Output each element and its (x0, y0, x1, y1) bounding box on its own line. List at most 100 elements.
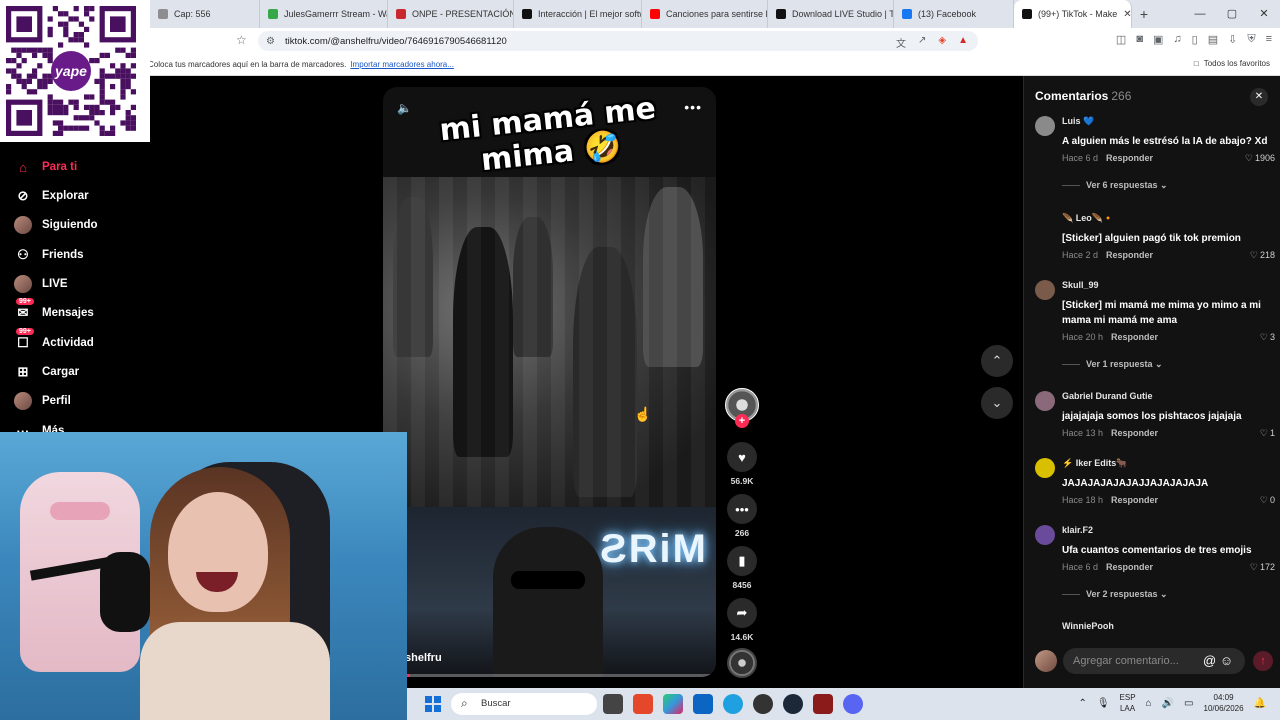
sidebar-item-actividad[interactable]: ☐ 99+ Actividad (14, 328, 94, 354)
more-options-icon[interactable]: ••• (684, 99, 702, 115)
view-replies-button[interactable]: Ver 1 respuesta ⌄ (1062, 359, 1163, 370)
commenter-name[interactable]: Luis 💙 (1062, 116, 1094, 127)
tray-chevron-icon[interactable]: ⌃ (1078, 698, 1086, 709)
battery-icon[interactable]: ▭ (1184, 698, 1193, 709)
emoji-icon[interactable]: ☺ (1220, 653, 1233, 668)
sidebar-item-cargar[interactable]: ⊞ Cargar (14, 361, 80, 383)
taskbar-search[interactable]: Buscar (451, 693, 597, 715)
wallet-icon[interactable]: ▤ (1208, 33, 1218, 46)
import-bookmarks-link[interactable]: Importar marcadores ahora... (350, 60, 454, 69)
menu-icon[interactable]: ≡ (1266, 33, 1272, 46)
network-icon[interactable]: ⌂ (1146, 698, 1152, 709)
reply-button[interactable]: Responder (1111, 428, 1158, 438)
bookmark-star-icon[interactable]: ☆ (236, 33, 247, 47)
share-icon[interactable]: ↗ (918, 35, 926, 50)
browser-tab[interactable]: Cap: 556 (150, 0, 260, 28)
send-comment-button[interactable]: ↑ (1253, 651, 1273, 671)
commenter-avatar[interactable] (1035, 280, 1055, 300)
browser-tab[interactable]: Canciones para sentirse D (642, 0, 768, 28)
save-button[interactable]: ▮ (727, 546, 757, 576)
commenter-name[interactable]: klair.F2 (1062, 525, 1093, 535)
close-window-icon[interactable]: ✕ (1248, 0, 1280, 28)
translate-icon[interactable]: 文 (896, 35, 906, 50)
vpn-icon[interactable]: ⛨ (1247, 33, 1255, 46)
commenter-avatar[interactable] (1035, 213, 1055, 233)
comment-button[interactable]: ••• (727, 494, 757, 524)
window-icon[interactable]: ▣ (1153, 33, 1163, 46)
comment-like-count[interactable]: 172 (1250, 562, 1275, 573)
commenter-avatar[interactable] (1035, 458, 1055, 478)
commenter-name[interactable]: ⚡ Iker Edits🐂 (1062, 458, 1127, 469)
reply-button[interactable]: Responder (1106, 562, 1153, 572)
new-tab-button[interactable]: + (1132, 6, 1156, 22)
previous-video-button[interactable]: ⌃ (981, 345, 1013, 377)
commenter-name[interactable]: 🪶 Leo🪶🔸 (1062, 213, 1114, 224)
notification-bell-icon[interactable]: 🔔 (1254, 698, 1266, 709)
comment-like-count[interactable]: 1 (1260, 428, 1275, 439)
windows-start-icon[interactable] (425, 696, 441, 712)
reply-button[interactable]: Responder (1111, 332, 1158, 342)
commenter-name[interactable]: Skull_99 (1062, 280, 1099, 290)
music-icon[interactable]: ♫ (1173, 33, 1181, 46)
browser-tab[interactable]: (13) Facebook (894, 0, 1014, 28)
extension-icon[interactable]: ◫ (1116, 33, 1126, 46)
download-icon[interactable]: ⇩ (1228, 33, 1237, 46)
volume-tray-icon[interactable]: 🔊 (1162, 698, 1174, 709)
music-disc-icon[interactable] (727, 648, 757, 678)
view-replies-button[interactable]: Ver 2 respuestas ⌄ (1062, 589, 1168, 600)
share-button[interactable]: ➦ (727, 598, 757, 628)
edge-icon[interactable] (723, 694, 743, 714)
maximize-icon[interactable]: ▢ (1216, 0, 1248, 28)
like-button[interactable]: ♥ (727, 442, 757, 472)
site-info-icon[interactable]: ⚙ (266, 36, 275, 47)
discord-icon[interactable] (843, 694, 863, 714)
copilot-icon[interactable] (663, 694, 683, 714)
follow-plus-icon[interactable]: + (735, 414, 749, 428)
mention-icon[interactable]: @ (1203, 653, 1216, 668)
store-icon[interactable] (693, 694, 713, 714)
comment-like-count[interactable]: 0 (1260, 495, 1275, 506)
rewards-icon[interactable]: ▲ (958, 35, 968, 50)
reply-button[interactable]: Responder (1106, 250, 1153, 260)
commenter-name[interactable]: WinniePooh (1062, 621, 1114, 631)
sidebar-item-para-ti[interactable]: ⌂ Para ti (14, 156, 77, 178)
commenter-avatar[interactable] (1035, 525, 1055, 545)
view-replies-button[interactable]: Ver 6 respuestas ⌄ (1062, 180, 1168, 191)
next-video-button[interactable]: ⌄ (981, 387, 1013, 419)
browser-tab[interactable]: Download LIVE Studio | Ti (768, 0, 894, 28)
volume-icon[interactable]: 🔈 (397, 101, 412, 115)
comment-like-count[interactable]: 218 (1250, 250, 1275, 261)
obs-icon[interactable] (753, 694, 773, 714)
language-indicator[interactable]: ESP LAA (1120, 692, 1136, 714)
file-explorer-icon[interactable] (603, 694, 623, 714)
mic-icon[interactable]: 🎙 (1097, 698, 1110, 709)
close-tab-icon[interactable]: ✕ (1123, 9, 1131, 20)
video-player[interactable]: mi mamá me mima 🤣 MiЯS 🔈 ••• shelfru (383, 87, 716, 677)
brave-shield-icon[interactable]: ◈ (938, 35, 946, 50)
sidebar-item-explorar[interactable]: ⊘ Explorar (14, 185, 89, 207)
commenter-avatar[interactable] (1035, 621, 1055, 641)
commenter-avatar[interactable] (1035, 116, 1055, 136)
sidebar-item-mensajes[interactable]: ✉ 99+ Mensajes (14, 298, 94, 324)
close-comments-button[interactable]: ✕ (1250, 88, 1268, 106)
camera-icon[interactable]: ◙ (1136, 33, 1143, 46)
sidebar-item-siguiendo[interactable]: Siguiendo (14, 214, 98, 236)
commenter-name[interactable]: Gabriel Durand Gutie (1062, 391, 1153, 401)
sidebar-icon[interactable]: ▯ (1192, 33, 1198, 46)
browser-tab[interactable]: ONPE - PRESENTACIÓN D (388, 0, 514, 28)
reply-button[interactable]: Responder (1106, 153, 1153, 163)
reply-button[interactable]: Responder (1111, 495, 1158, 505)
sidebar-item-perfil[interactable]: Perfil (14, 390, 71, 412)
all-favorites-button[interactable]: Todos los favoritos (1194, 59, 1270, 68)
comment-like-count[interactable]: 1906 (1245, 153, 1275, 164)
comment-like-count[interactable]: 3 (1260, 332, 1275, 343)
video-author-handle[interactable]: shelfru (405, 652, 442, 664)
brave-browser-icon[interactable] (633, 694, 653, 714)
game-icon[interactable] (813, 694, 833, 714)
clock[interactable]: 04:09 10/06/2026 (1204, 692, 1244, 714)
browser-tab[interactable]: Interacción | El mejor softw (514, 0, 642, 28)
commenter-avatar[interactable] (1035, 391, 1055, 411)
steam-icon[interactable] (783, 694, 803, 714)
video-progress-bar[interactable] (383, 674, 716, 677)
browser-tab[interactable]: JulesGamerrr Stream - Wa (260, 0, 388, 28)
